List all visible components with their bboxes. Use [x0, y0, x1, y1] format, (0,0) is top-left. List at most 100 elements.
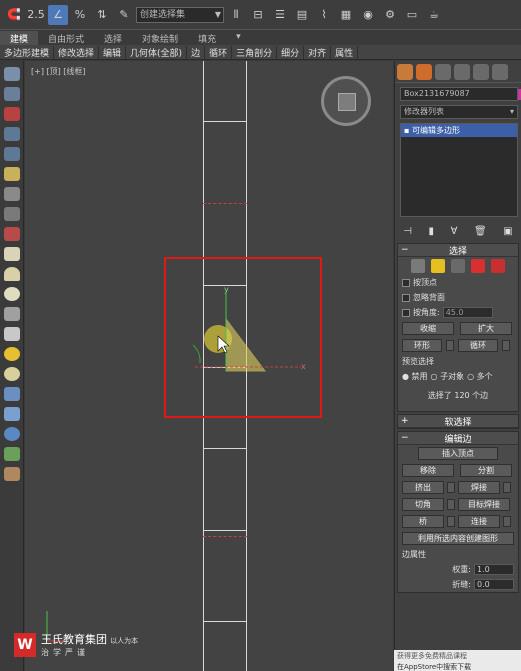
pin-stack-icon[interactable]: ⊣	[403, 226, 412, 237]
tab-populate[interactable]: 填充	[188, 31, 226, 45]
bridge-settings-button[interactable]	[447, 516, 455, 527]
by-angle-row[interactable]: 按角度: 45.0	[398, 305, 518, 320]
dome-icon[interactable]	[4, 267, 20, 281]
object-name-field[interactable]: Box2131679087	[400, 87, 521, 101]
polygon-mode-icon[interactable]	[471, 259, 485, 273]
render-frame-icon[interactable]: ▭	[402, 5, 422, 25]
make-unique-icon[interactable]: ∀	[451, 226, 458, 237]
by-angle-checkbox[interactable]	[402, 308, 410, 317]
configure-sets-icon[interactable]: ▣	[503, 226, 512, 237]
ribbon-properties[interactable]: 属性	[331, 45, 359, 59]
weight-spinner[interactable]: 1.0	[474, 564, 514, 575]
plant-icon[interactable]	[4, 447, 20, 461]
angle-snap-icon[interactable]: ∠	[48, 4, 68, 25]
ribbon-edges[interactable]: 边	[187, 45, 206, 59]
selection-rollout-header[interactable]: − 选择	[398, 244, 518, 257]
snap-icon[interactable]: 🧲	[4, 5, 24, 25]
crease-spinner[interactable]: 0.0	[474, 579, 514, 590]
ribbon-triangulation[interactable]: 三角剖分	[232, 45, 278, 59]
light-icon[interactable]	[4, 167, 20, 181]
utilities-tab-icon[interactable]	[492, 63, 508, 80]
render-setup-icon[interactable]: ⚙	[380, 5, 400, 25]
vertex-mode-icon[interactable]	[411, 259, 425, 273]
ribbon-modify-selection[interactable]: 修改选择	[54, 45, 100, 59]
helper-icon[interactable]	[4, 227, 20, 241]
extrude-button[interactable]: 挤出	[402, 481, 444, 494]
cloud-icon[interactable]	[4, 87, 20, 101]
render-teapot-icon[interactable]: ☕	[424, 5, 444, 25]
loop-spinner[interactable]	[502, 340, 510, 351]
schematic-icon[interactable]: ▦	[336, 5, 356, 25]
by-vertex-checkbox[interactable]	[402, 278, 410, 287]
sphere-2-icon[interactable]	[4, 367, 20, 381]
target-weld-button[interactable]: 目标焊接	[458, 498, 510, 511]
preview-subobject-radio[interactable]: ○ 子对象	[431, 371, 465, 382]
loop-button[interactable]: 循环	[458, 339, 498, 352]
align-icon[interactable]: ⊟	[248, 5, 268, 25]
percent-snap-button[interactable]: %	[70, 5, 90, 25]
preview-multi-radio[interactable]: ○ 多个	[467, 371, 493, 382]
border-mode-icon[interactable]	[451, 259, 465, 273]
camera-icon[interactable]	[4, 187, 20, 201]
ribbon-geometry-all[interactable]: 几何体(全部)	[126, 45, 188, 59]
sphere-icon[interactable]	[4, 287, 20, 301]
ignore-backface-checkbox[interactable]	[402, 293, 410, 302]
sun-icon[interactable]	[4, 347, 20, 361]
modify-tab-icon[interactable]	[416, 63, 432, 80]
chamfer-button[interactable]: 切角	[402, 498, 444, 511]
tab-freeform[interactable]: 自由形式	[38, 31, 94, 45]
top-viewport[interactable]: [+] [顶] [线框] y x	[25, 61, 393, 671]
display-tab-icon[interactable]	[473, 63, 489, 80]
edit-edges-header[interactable]: − 编辑边	[398, 432, 518, 445]
chamfer-settings-button[interactable]	[447, 499, 455, 510]
grow-button[interactable]: 扩大	[460, 322, 512, 335]
ribbon-edit[interactable]: 编辑	[99, 45, 127, 59]
table-icon[interactable]	[4, 147, 20, 161]
create-tab-icon[interactable]	[397, 63, 413, 80]
create-shape-button[interactable]: 利用所选内容创建图形	[402, 532, 514, 545]
snap-2-5-button[interactable]: 2.5	[26, 5, 46, 25]
show-end-result-icon[interactable]: ▮	[429, 226, 435, 237]
element-mode-icon[interactable]	[491, 259, 505, 273]
globe-icon[interactable]	[4, 427, 20, 441]
tab-modeling[interactable]: 建模	[0, 31, 39, 45]
tab-selection[interactable]: 选择	[94, 31, 132, 45]
modifier-stack[interactable]: ▪ 可编辑多边形	[400, 123, 518, 217]
edge-mode-icon[interactable]	[431, 259, 445, 273]
speaker-icon[interactable]	[4, 207, 20, 221]
modifier-list-dropdown[interactable]: 修改器列表 ▾	[400, 105, 518, 119]
connect-settings-button[interactable]	[503, 516, 511, 527]
ribbon-menu-icon[interactable]: ▾	[226, 31, 251, 45]
weld-button[interactable]: 焊接	[458, 481, 500, 494]
extrude-settings-button[interactable]	[447, 482, 455, 493]
particles-icon[interactable]	[4, 387, 20, 401]
spinner-snap-icon[interactable]: ⇅	[92, 5, 112, 25]
teapot-icon[interactable]	[4, 67, 20, 81]
scene-explorer-icon[interactable]: ▤	[292, 5, 312, 25]
material-editor-icon[interactable]: ◉	[358, 5, 378, 25]
selection-set-dropdown[interactable]: 创建选择集 ▼	[136, 6, 224, 23]
motion-tab-icon[interactable]	[454, 63, 470, 80]
box-icon[interactable]	[4, 247, 20, 261]
weld-settings-button[interactable]	[503, 482, 511, 493]
insert-vertex-button[interactable]: 插入顶点	[418, 447, 498, 460]
remove-button[interactable]: 移除	[402, 464, 454, 477]
ribbon-loops[interactable]: 循环	[205, 45, 233, 59]
connect-button[interactable]: 连接	[458, 515, 500, 528]
angle-spinner[interactable]: 45.0	[442, 307, 493, 318]
mirror-icon[interactable]: ⫴	[226, 5, 246, 25]
shrink-button[interactable]: 收缩	[402, 322, 454, 335]
ring-button[interactable]: 环形	[402, 339, 442, 352]
hierarchy-tab-icon[interactable]	[435, 63, 451, 80]
torus-icon[interactable]	[4, 107, 20, 121]
cone-icon[interactable]	[4, 327, 20, 341]
ribbon-align[interactable]: 对齐	[304, 45, 332, 59]
soft-selection-header[interactable]: + 软选择	[398, 415, 518, 428]
by-vertex-row[interactable]: 按顶点	[398, 275, 518, 290]
teapot-small-icon[interactable]	[4, 307, 20, 321]
curve-editor-icon[interactable]: ⌇	[314, 5, 334, 25]
ring-spinner[interactable]	[446, 340, 454, 351]
split-button[interactable]: 分割	[460, 464, 512, 477]
mesh-icon[interactable]	[4, 407, 20, 421]
remove-modifier-icon[interactable]: 🗑	[474, 226, 487, 237]
